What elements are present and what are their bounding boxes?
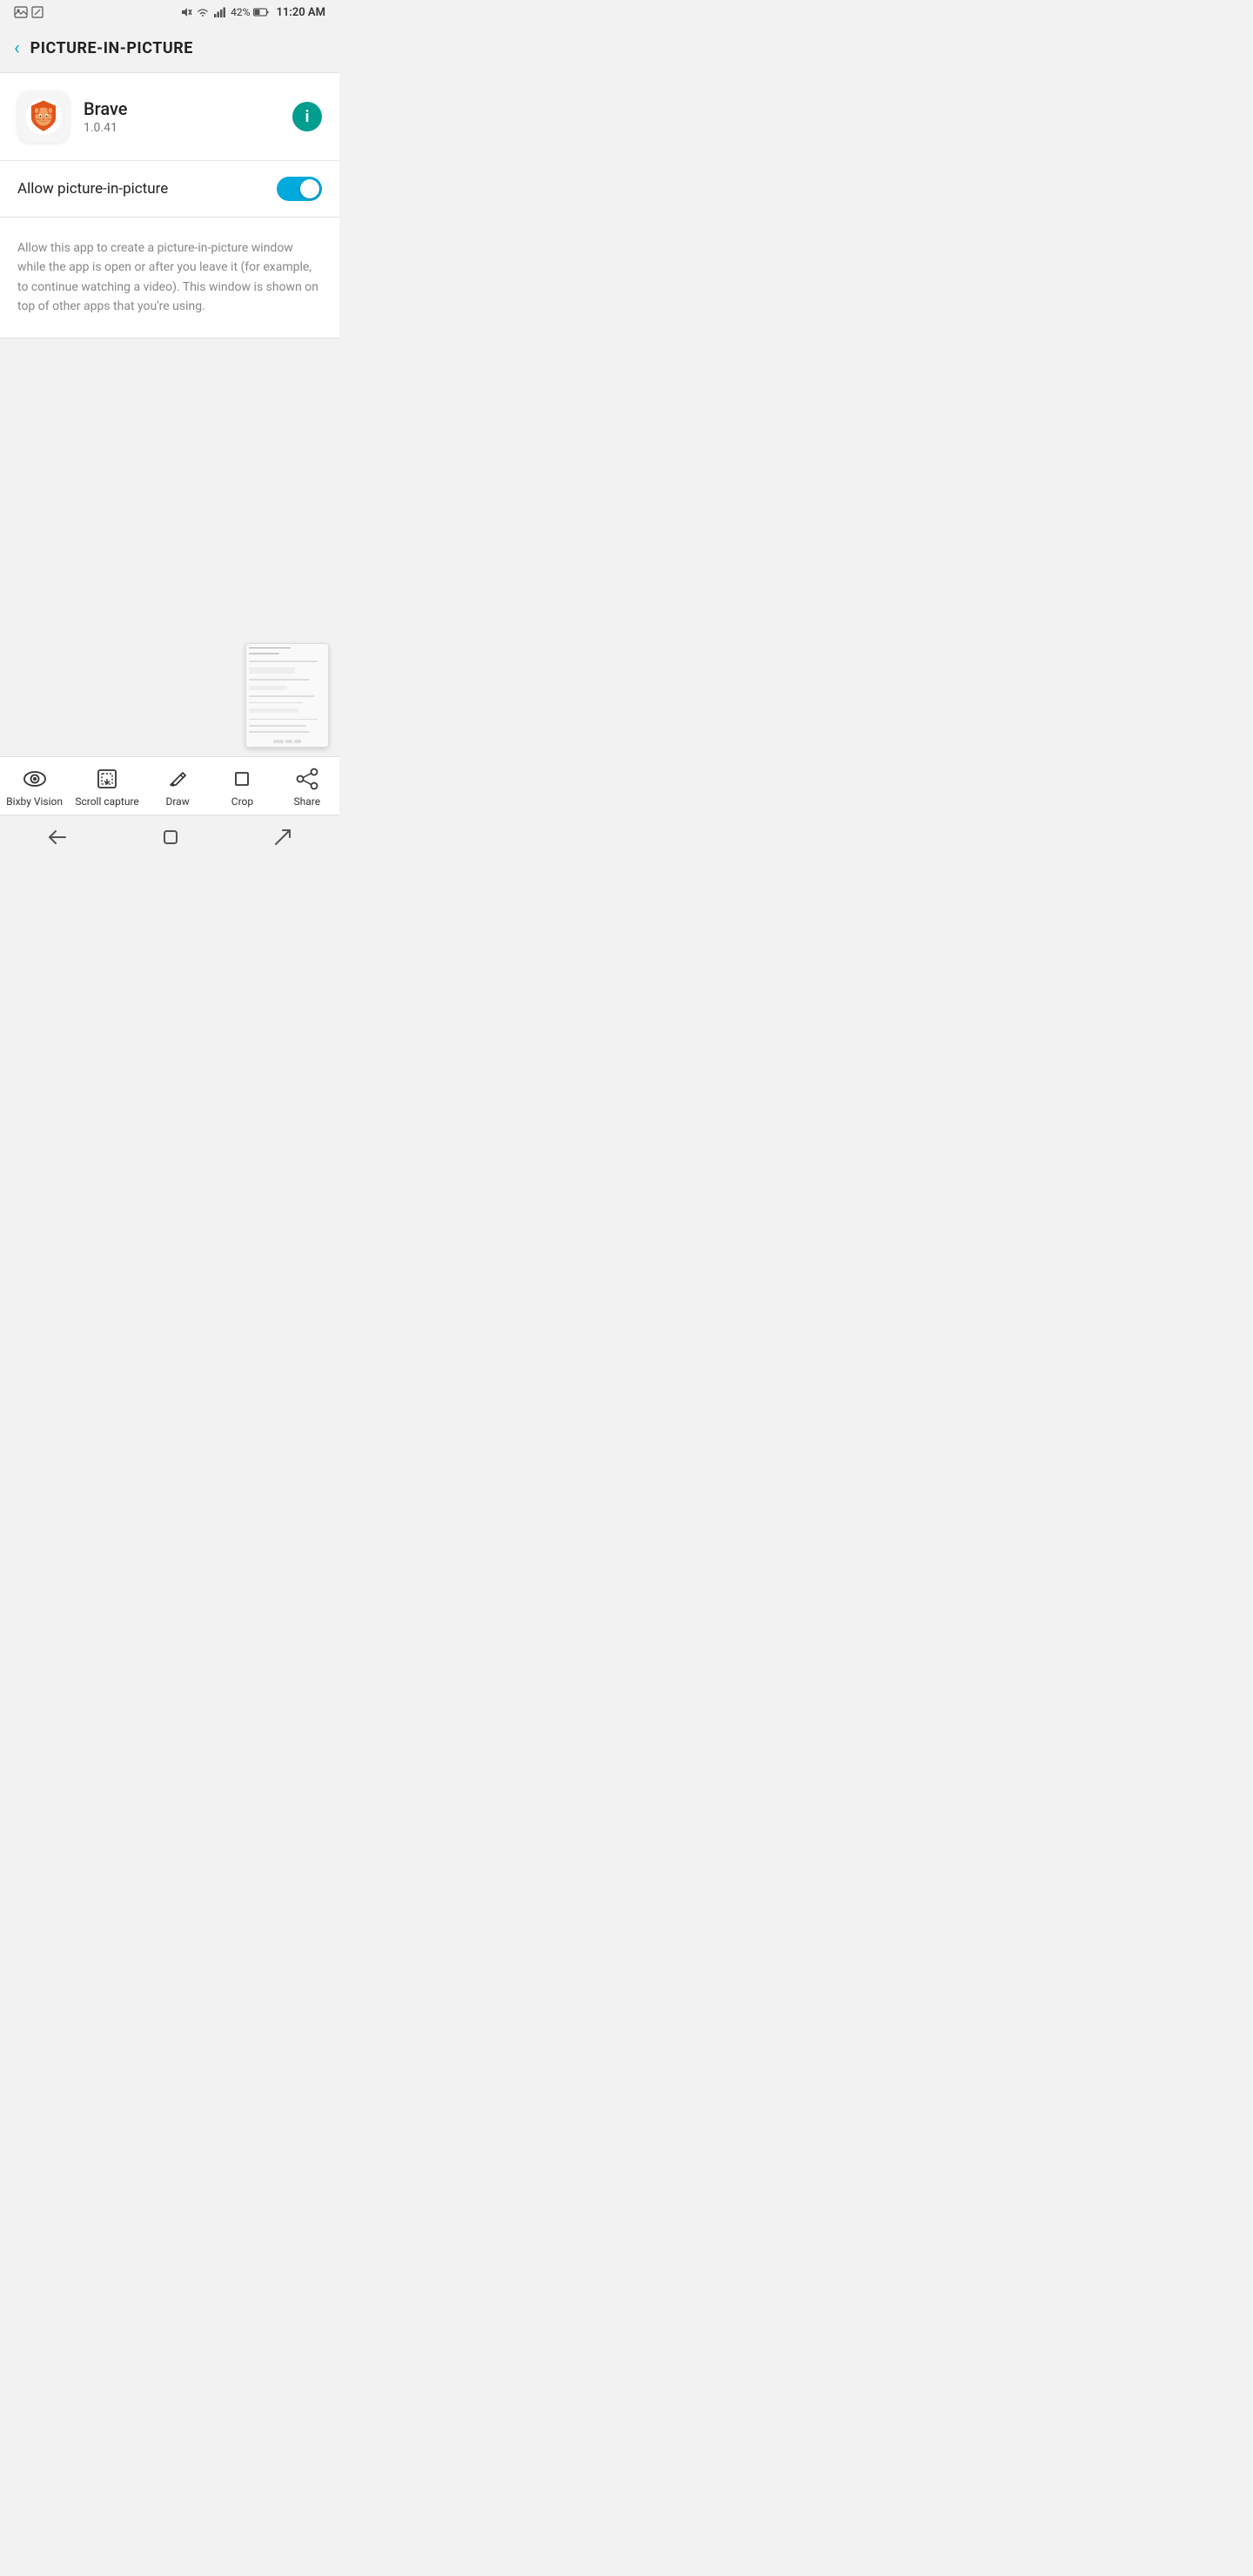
- description-section: Allow this app to create a picture-in-pi…: [0, 218, 339, 338]
- scroll-capture-icon: [95, 766, 119, 792]
- app-text: Brave 1.0.41: [84, 98, 278, 135]
- top-bar: ‹ PICTURE-IN-PICTURE: [0, 24, 339, 73]
- draw-label: Draw: [165, 795, 189, 808]
- screenshot-thumbnail[interactable]: [245, 643, 329, 748]
- thumb-inner: [246, 644, 328, 747]
- nav-recent-icon: [163, 829, 178, 845]
- info-button[interactable]: i: [292, 102, 322, 131]
- toolbar-share[interactable]: Share: [281, 766, 333, 808]
- pip-toggle-row: Allow picture-in-picture: [0, 161, 339, 217]
- nav-recent-button[interactable]: [142, 822, 199, 852]
- description-text: Allow this app to create a picture-in-pi…: [17, 238, 322, 317]
- back-button[interactable]: ‹: [14, 37, 20, 59]
- battery-percent: 42%: [231, 6, 250, 18]
- nav-back-icon: [48, 829, 67, 845]
- status-icons: 42% 11:20 AM: [180, 6, 325, 19]
- app-info-section: Brave 1.0.41 i: [0, 73, 339, 160]
- gallery-icon: [14, 6, 28, 18]
- empty-space: [0, 339, 339, 634]
- draw-icon: [166, 766, 189, 792]
- share-label: Share: [294, 795, 321, 808]
- pip-toggle-label: Allow picture-in-picture: [17, 180, 168, 198]
- brave-logo-svg: [24, 97, 63, 136]
- edit-icon: [31, 6, 44, 18]
- battery-icon: [253, 8, 269, 17]
- nav-back-button[interactable]: [27, 822, 88, 852]
- nav-home-button[interactable]: [253, 822, 312, 853]
- app-icon: [17, 91, 70, 143]
- screenshot-area: [0, 634, 339, 756]
- app-version: 1.0.41: [84, 121, 278, 135]
- status-left-icons: [14, 6, 175, 18]
- crop-label: Crop: [231, 795, 253, 808]
- mute-icon: [180, 6, 192, 18]
- crop-icon: [231, 766, 253, 792]
- toolbar-draw[interactable]: Draw: [151, 766, 204, 808]
- signal-icon: [213, 7, 227, 17]
- wifi-icon: [196, 7, 210, 17]
- page-title: PICTURE-IN-PICTURE: [30, 39, 193, 57]
- toolbar-scroll-capture[interactable]: Scroll capture: [75, 766, 138, 808]
- eye-icon: [23, 766, 47, 792]
- share-icon: [295, 766, 319, 792]
- bottom-toolbar: Bixby Vision Scroll capture Draw: [0, 756, 339, 815]
- pip-toggle[interactable]: [277, 177, 322, 201]
- scroll-capture-label: Scroll capture: [75, 795, 138, 808]
- app-name: Brave: [84, 98, 278, 119]
- bixby-vision-label: Bixby Vision: [6, 795, 63, 808]
- toolbar-bixby-vision[interactable]: Bixby Vision: [6, 766, 63, 808]
- nav-home-icon: [274, 828, 291, 846]
- status-bar: 42% 11:20 AM: [0, 0, 339, 24]
- toolbar-crop[interactable]: Crop: [216, 766, 268, 808]
- nav-bar: [0, 815, 339, 860]
- status-time: 11:20 AM: [276, 6, 325, 19]
